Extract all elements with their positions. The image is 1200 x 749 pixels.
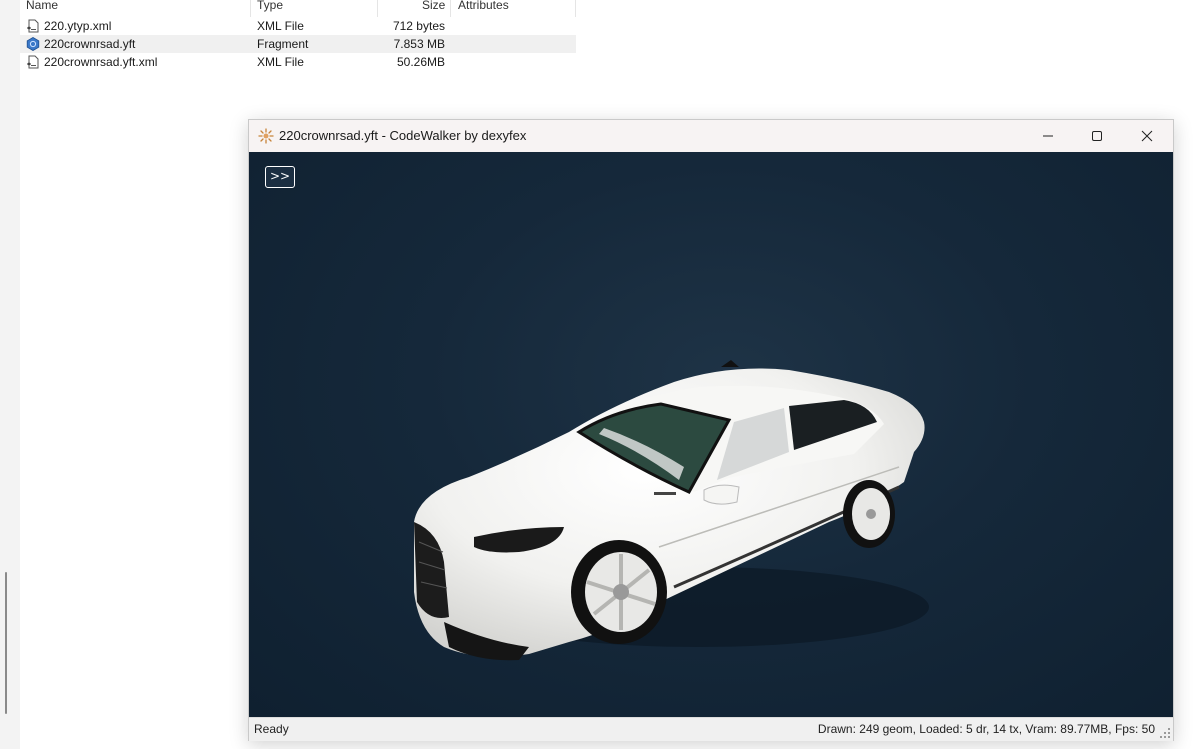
column-divider[interactable] [250, 0, 251, 17]
column-header-size[interactable]: Size [422, 0, 445, 14]
window-titlebar[interactable]: 220crownrsad.yft - CodeWalker by dexyfex [249, 120, 1173, 152]
codewalker-app-icon [258, 128, 274, 144]
minimize-button[interactable] [1025, 120, 1071, 152]
status-bar: Ready Drawn: 249 geom, Loaded: 5 dr, 14 … [249, 717, 1173, 741]
file-name: 220crownrsad.yft.xml [44, 55, 158, 69]
car-model [414, 360, 929, 661]
window-title: 220crownrsad.yft - CodeWalker by dexyfex [279, 128, 527, 143]
xml-file-icon [27, 55, 39, 69]
nav-pane-scrollbar[interactable] [5, 572, 7, 714]
xml-file-icon [27, 19, 39, 33]
file-size: 7.853 MB [393, 37, 445, 51]
codewalker-file-icon [26, 37, 40, 51]
close-button[interactable] [1124, 120, 1170, 152]
file-list-header: Name Type Size Attributes [20, 0, 576, 17]
render-stats: Drawn: 249 geom, Loaded: 5 dr, 14 tx, Vr… [817, 722, 1155, 736]
column-header-name[interactable]: Name [26, 0, 58, 14]
file-row[interactable]: 220.ytyp.xml XML File 712 bytes [20, 17, 576, 35]
file-type: XML File [257, 55, 304, 69]
explorer-nav-pane [0, 0, 20, 749]
file-list: Name Type Size Attributes 220.ytyp.xml X… [20, 0, 576, 80]
file-size: 712 bytes [392, 19, 445, 33]
column-header-type[interactable]: Type [257, 0, 283, 14]
minimize-icon [1043, 135, 1053, 137]
file-type: XML File [257, 19, 304, 33]
column-header-attributes[interactable]: Attributes [458, 0, 509, 14]
file-row[interactable]: 220crownrsad.yft.xml XML File 50.26MB [20, 53, 576, 71]
column-divider[interactable] [450, 0, 451, 17]
file-row-selected[interactable]: 220crownrsad.yft Fragment 7.853 MB [20, 35, 576, 53]
file-type: Fragment [257, 37, 309, 51]
file-name: 220crownrsad.yft [44, 37, 136, 51]
column-divider[interactable] [377, 0, 378, 17]
file-name: 220.ytyp.xml [44, 19, 112, 33]
toggle-toolbar-button[interactable]: >> [265, 166, 295, 188]
codewalker-window: 220crownrsad.yft - CodeWalker by dexyfex… [248, 119, 1174, 741]
maximize-icon [1092, 131, 1102, 141]
status-text: Ready [254, 722, 289, 736]
3d-viewport[interactable]: >> [249, 152, 1173, 717]
resize-grip-icon[interactable] [1159, 727, 1171, 739]
column-divider[interactable] [575, 0, 576, 17]
file-size: 50.26MB [396, 55, 445, 69]
close-icon [1141, 130, 1153, 142]
maximize-button[interactable] [1074, 120, 1120, 152]
